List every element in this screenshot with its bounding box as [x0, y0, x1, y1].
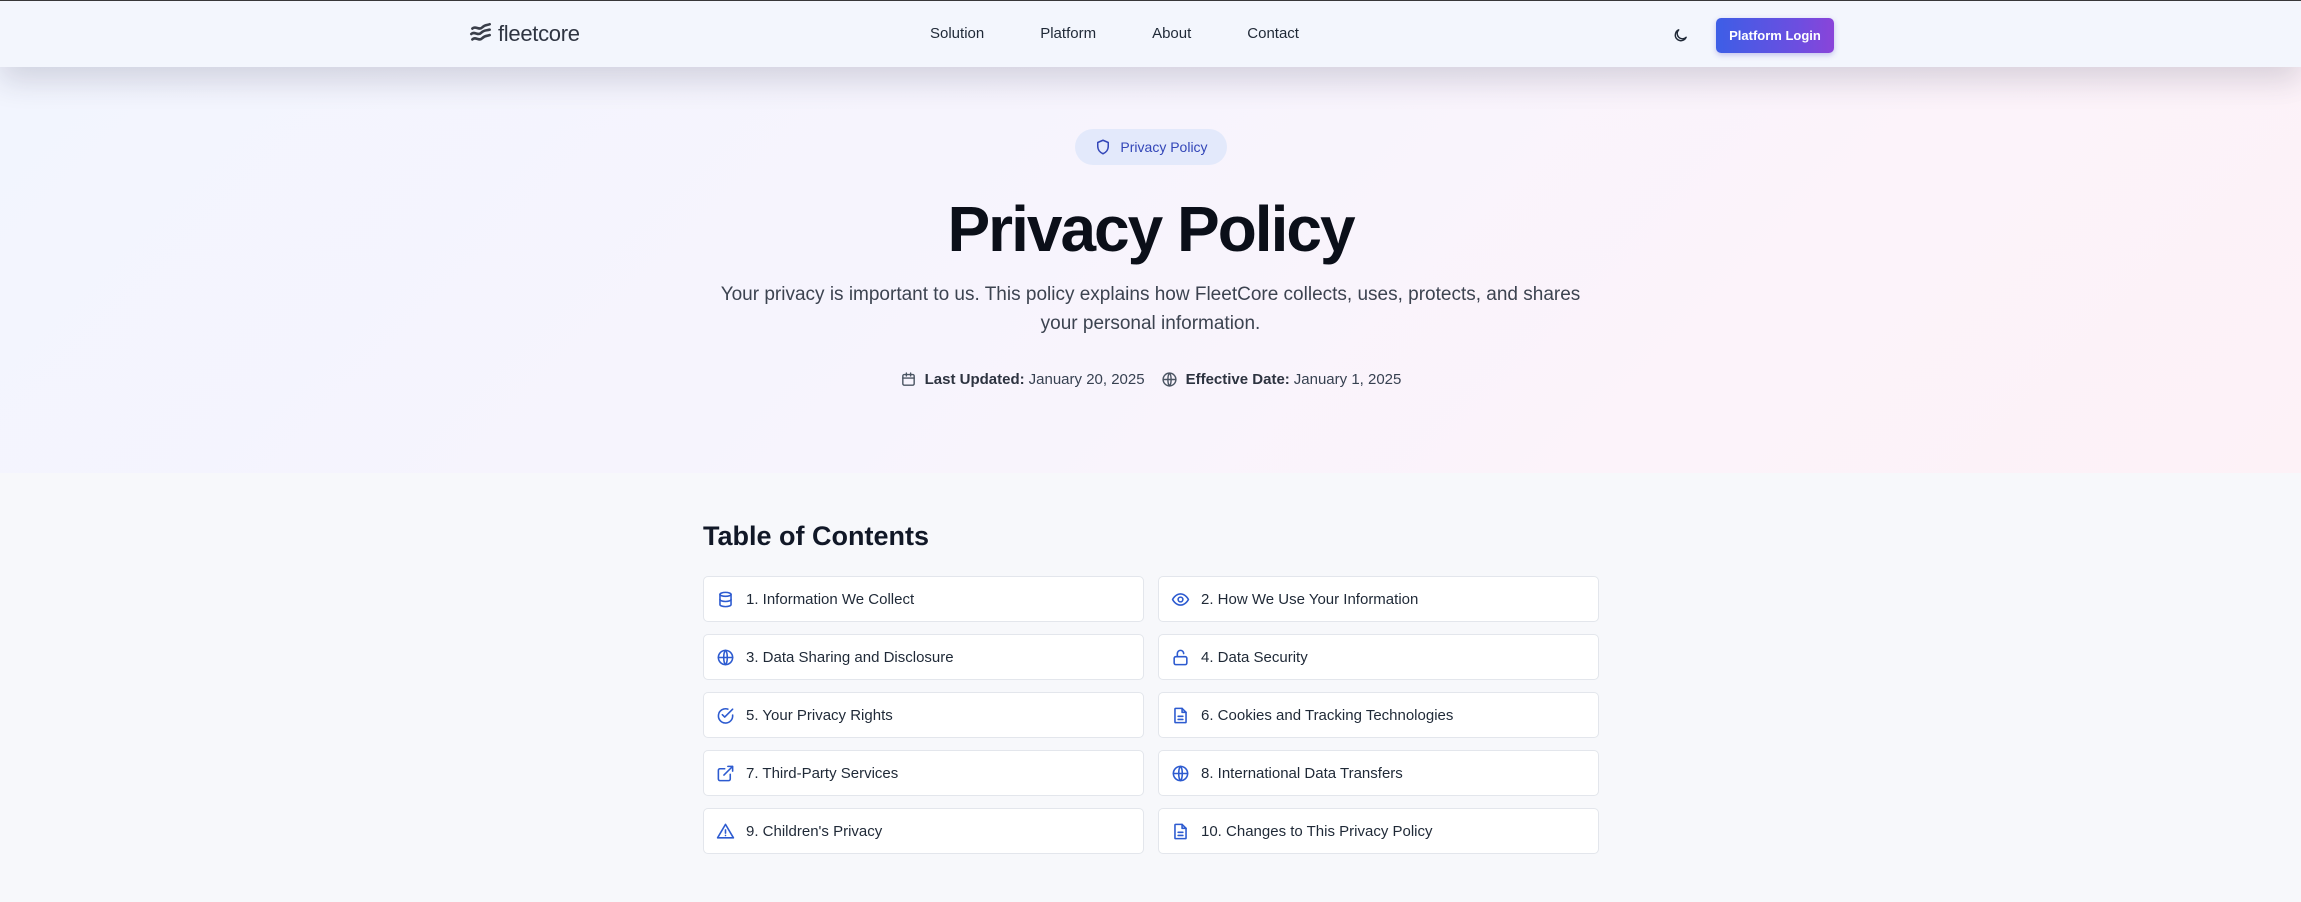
- toc-item-information-we-collect[interactable]: 1. Information We Collect: [703, 576, 1144, 622]
- badge-label: Privacy Policy: [1120, 139, 1208, 155]
- toc-item-privacy-rights[interactable]: 5. Your Privacy Rights: [703, 692, 1144, 738]
- effective-date: Effective Date: January 1, 2025: [1161, 371, 1402, 388]
- external-link-icon: [717, 765, 734, 781]
- last-updated-label: Last Updated:: [924, 371, 1025, 388]
- toc-item-third-party[interactable]: 7. Third-Party Services: [703, 750, 1144, 796]
- toc-item-policy-changes[interactable]: 10. Changes to This Privacy Policy: [1158, 808, 1599, 854]
- toc-item-how-we-use[interactable]: 2. How We Use Your Information: [1158, 576, 1599, 622]
- toc-item-label: 7. Third-Party Services: [746, 764, 899, 782]
- globe-icon: [1161, 372, 1177, 387]
- file-text-icon: [1174, 707, 1187, 723]
- effective-date-value: January 1, 2025: [1293, 371, 1402, 388]
- warning-triangle-icon: [716, 823, 735, 839]
- toc-item-cookies[interactable]: 6. Cookies and Tracking Technologies: [1158, 692, 1599, 738]
- toc-item-label: 5. Your Privacy Rights: [746, 706, 893, 724]
- main-nav: Solution Platform About Contact: [930, 23, 1355, 45]
- toc-item-childrens-privacy[interactable]: 9. Children's Privacy: [703, 808, 1144, 854]
- lock-icon: [1173, 649, 1188, 665]
- nav-solution[interactable]: Solution: [930, 23, 984, 45]
- moon-icon: [1674, 28, 1687, 41]
- policy-dates: Last Updated: January 20, 2025 Effective…: [0, 371, 2301, 388]
- last-updated-value: January 20, 2025: [1028, 371, 1145, 388]
- database-icon: [719, 591, 732, 607]
- toc-item-label: 2. How We Use Your Information: [1201, 590, 1419, 608]
- theme-toggle-button[interactable]: [1667, 22, 1693, 48]
- toc-item-label: 4. Data Security: [1201, 648, 1308, 666]
- globe-icon: [1172, 765, 1189, 781]
- toc-item-label: 10. Changes to This Privacy Policy: [1201, 822, 1433, 840]
- effective-date-label: Effective Date:: [1185, 371, 1290, 388]
- toc-item-international-transfers[interactable]: 8. International Data Transfers: [1158, 750, 1599, 796]
- nav-platform[interactable]: Platform: [1040, 23, 1096, 45]
- toc-item-label: 9. Children's Privacy: [746, 822, 883, 840]
- privacy-badge: Privacy Policy: [1075, 129, 1227, 165]
- file-text-icon: [1174, 823, 1187, 839]
- last-updated: Last Updated: January 20, 2025: [900, 371, 1145, 388]
- check-circle-icon: [717, 707, 734, 724]
- toc-item-data-security[interactable]: 4. Data Security: [1158, 634, 1599, 680]
- toc-item-label: 6. Cookies and Tracking Technologies: [1201, 706, 1454, 724]
- logo-text: fleetcore: [498, 21, 580, 46]
- toc-list: 1. Information We Collect 2. How We Use …: [703, 576, 1599, 854]
- calendar-icon: [901, 372, 915, 386]
- eye-icon: [1171, 592, 1190, 606]
- logo-icon: [469, 22, 491, 41]
- toc-item-label: 3. Data Sharing and Disclosure: [746, 648, 954, 666]
- toc-item-label: 1. Information We Collect: [746, 590, 915, 608]
- shield-icon: [1097, 139, 1110, 155]
- page-description: Your privacy is important to us. This po…: [720, 284, 1581, 334]
- toc-title: Table of Contents: [703, 521, 929, 551]
- toc-item-data-sharing[interactable]: 3. Data Sharing and Disclosure: [703, 634, 1144, 680]
- site-header: fleetcore Solution Platform About Contac…: [0, 1, 2301, 67]
- page-title: Privacy Policy: [947, 193, 1355, 265]
- toc-item-label: 8. International Data Transfers: [1201, 764, 1403, 782]
- platform-login-button[interactable]: Platform Login: [1716, 18, 1834, 53]
- globe-icon: [717, 649, 734, 665]
- logo[interactable]: fleetcore: [468, 20, 580, 48]
- hero-section: Privacy Policy Privacy Policy Your priva…: [0, 67, 2301, 473]
- nav-about[interactable]: About: [1152, 23, 1191, 45]
- nav-contact[interactable]: Contact: [1247, 23, 1299, 45]
